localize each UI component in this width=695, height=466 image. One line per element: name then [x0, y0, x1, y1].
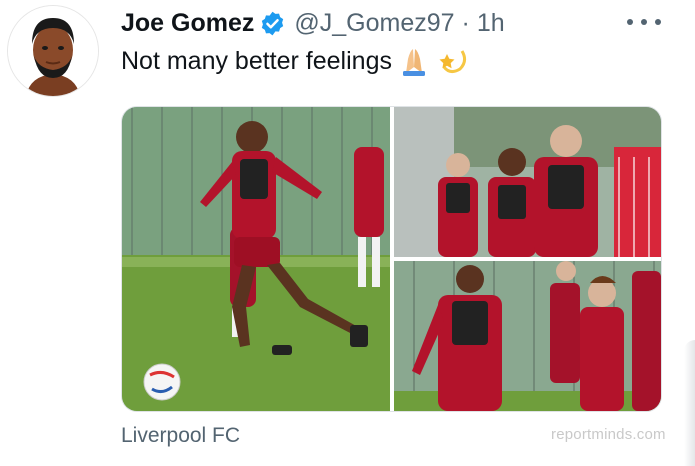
tweet-header: Joe Gomez @J_Gomez97 · 1h — [121, 6, 505, 40]
watermark: reportminds.com — [551, 426, 666, 443]
media-grid — [121, 106, 662, 412]
photo-team-group[interactable] — [394, 107, 661, 257]
photo-player-training[interactable] — [394, 261, 661, 411]
more-options-icon[interactable] — [627, 10, 661, 34]
verified-badge-icon — [259, 10, 286, 37]
folded-hands-emoji-icon — [398, 45, 430, 77]
tweet-text: Not many better feelings — [121, 45, 468, 77]
photo-training-sprint[interactable] — [122, 107, 390, 411]
media-source-link[interactable]: Liverpool FC — [121, 424, 240, 448]
timestamp[interactable]: 1h — [477, 9, 505, 38]
author-name[interactable]: Joe Gomez — [121, 9, 254, 38]
tweet-text-content: Not many better feelings — [121, 46, 392, 75]
separator: · — [461, 8, 470, 37]
author-handle[interactable]: @J_Gomez97 — [294, 9, 454, 38]
scroll-edge — [684, 340, 695, 466]
avatar[interactable] — [8, 6, 98, 96]
dizzy-star-emoji-icon — [436, 45, 468, 77]
